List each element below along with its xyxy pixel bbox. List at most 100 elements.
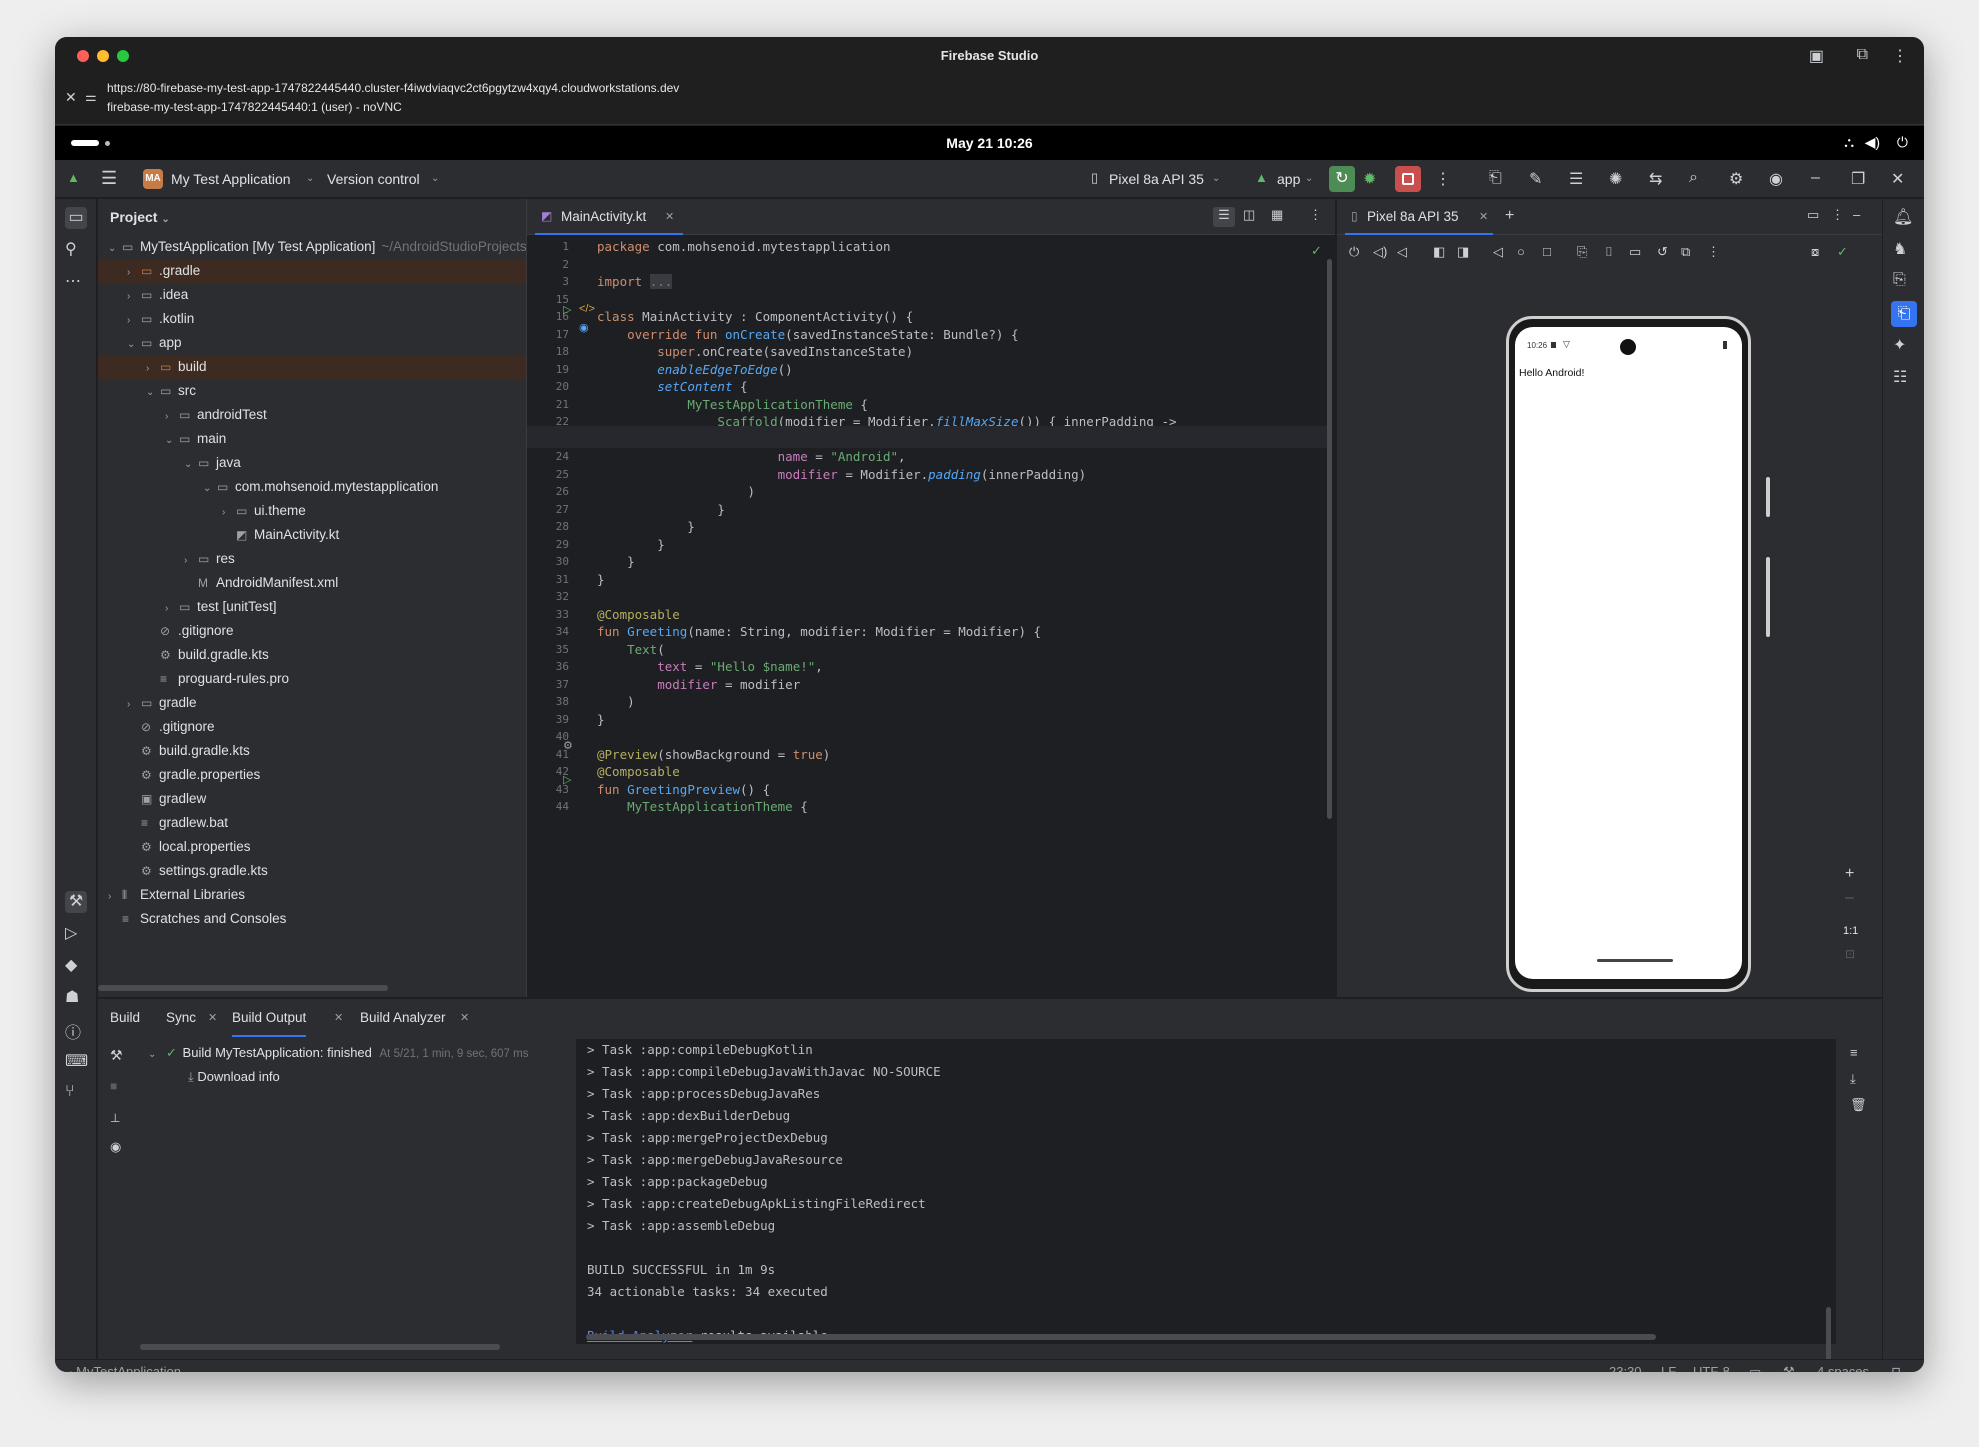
power-key[interactable] [1766,477,1770,517]
device-screen[interactable]: 10:26 ▽ Hello Android! [1515,327,1742,979]
pair-device-icon[interactable]: ⎘ [1577,244,1587,260]
clipboard-icon[interactable]: ▣ [1809,46,1824,66]
tree-item[interactable]: ⚙ gradle.properties [98,763,556,787]
tree-arrow-icon[interactable]: ⌄ [203,477,217,501]
version-control-menu[interactable]: Version control [327,160,420,198]
build-output-console[interactable]: > Task :app:compileDebugKotlin > Task :ap… [576,1039,1836,1372]
tree-arrow-icon[interactable]: ⌄ [146,381,160,405]
tree-item[interactable]: › ▭ res [98,547,556,571]
settings-icon[interactable]: ⚙ [1729,169,1743,189]
run-gutter-icon[interactable]: ▷ [563,303,571,316]
close-tab-icon[interactable]: ✕ [208,999,217,1037]
zoom-actual-button[interactable]: 1:1 [1843,925,1858,937]
search-icon[interactable]: ⌕ [1689,169,1698,187]
build-tree-child[interactable]: ⤓ Download info [188,1065,280,1089]
close-icon[interactable]: ✕ [65,89,77,106]
main-menu-icon[interactable]: ☰ [101,168,117,189]
gem-icon[interactable]: ◆ [65,955,77,975]
power-icon[interactable]: ⏻ [1349,244,1359,260]
tree-item[interactable]: › ▭ .kotlin [98,307,556,331]
more-controls-icon[interactable]: ⋮ [1707,244,1720,260]
tree-item[interactable]: › ▭ gradle [98,691,556,715]
breadcrumb[interactable]: ▫ MyTestApplication [69,1364,181,1372]
logcat-icon[interactable]: ☗ [65,987,79,1007]
code-line[interactable]: } [597,709,605,731]
activities-indicator[interactable] [71,140,99,146]
tree-item[interactable]: ⌄ ▭ main [98,427,556,451]
mirror-icon[interactable]: ⧉ [1681,244,1690,260]
editor-scrollbar[interactable] [1327,259,1332,819]
extension-icon[interactable]: ⧉ [1857,46,1868,64]
minimize-window-button[interactable] [97,50,109,62]
more-actions-icon[interactable]: ⋮ [1435,169,1451,189]
tree-item[interactable]: ⚙ settings.gradle.kts [98,859,556,883]
chevron-down-icon[interactable]: ⌄ [1212,160,1220,198]
project-folder-icon[interactable]: ▭ [65,207,87,229]
device-manager-icon[interactable]: ⎗ [1489,169,1502,187]
volume-down-icon[interactable]: ◁ [1397,244,1407,260]
tree-item[interactable]: ⌄ ▭ com.mohsenoid.mytestapplication [98,475,556,499]
debug-icon[interactable]: ✹ [1363,169,1376,189]
bug-icon[interactable]: ✺ [1609,169,1622,189]
fit-screen-icon[interactable]: ⊡ [1845,947,1855,961]
tree-arrow-icon[interactable]: › [165,405,179,429]
restore-icon[interactable]: ❐ [1851,169,1865,189]
tree-arrow-icon[interactable]: ⌄ [165,429,179,453]
tab-pixel-8a[interactable]: ▯ Pixel 8a API 35 ✕ [1345,199,1493,235]
device-selector[interactable]: Pixel 8a API 35 [1109,160,1204,198]
screenshot-icon[interactable]: ⌷ [1605,244,1613,260]
tree-item[interactable]: › ▭ test [unitTest] [98,595,556,619]
build-hammer-icon[interactable]: ⚒ [65,891,87,913]
hide-panel-icon[interactable]: – [1853,207,1860,222]
stop-build-icon[interactable]: ■ [110,1079,117,1093]
preview-settings-icon[interactable]: ⚙ [563,739,573,752]
close-window-button[interactable] [77,50,89,62]
trash-icon[interactable]: 🗑︎ [1850,1097,1867,1113]
tree-item[interactable]: ⊘ .gitignore [98,715,556,739]
zoom-in-icon[interactable]: + [1845,865,1854,883]
line-separator[interactable]: LF [1661,1364,1676,1372]
soft-wrap-icon[interactable]: ≡ [1850,1045,1858,1060]
tree-item[interactable]: › ▭ .idea [98,283,556,307]
tree-item[interactable]: ⚙ local.properties [98,835,556,859]
structure-icon[interactable]: ⚲ [65,239,77,259]
overview-icon[interactable]: □ [1543,244,1551,259]
tab-build-output[interactable]: Build Output [232,999,307,1037]
eye-icon[interactable]: ◉ [110,1139,121,1155]
tab-build[interactable]: Build [110,999,140,1037]
caret-position[interactable]: 23:30 [1609,1364,1642,1372]
window-options-icon[interactable]: ▭ [1807,207,1819,223]
gradle-icon[interactable]: ♞ [1893,239,1907,259]
gemini-icon[interactable]: ✦ [1893,335,1906,355]
tree-arrow-icon[interactable]: › [127,309,141,333]
build-tree-root[interactable]: ⌄ ✓ Build MyTestApplication: finished At… [148,1041,568,1065]
volume-up-icon[interactable]: ◁) [1373,244,1387,260]
tree-scrollbar[interactable] [140,1344,500,1350]
tree-arrow-icon[interactable]: ⌄ [184,453,198,477]
kebab-menu-icon[interactable]: ⋮ [1892,46,1908,66]
project-panel-header[interactable]: Project ⌄ [98,199,566,235]
close-tab-icon[interactable]: ✕ [665,199,674,235]
tree-item[interactable]: ⌄ ▭ MyTestApplication [My Test Application… [98,235,639,261]
tree-item[interactable]: ▣ gradlew [98,787,556,811]
design-view-icon[interactable]: ▦ [1271,207,1283,223]
split-view-icon[interactable]: ◫ [1243,207,1255,223]
record-icon[interactable]: ▭ [1629,244,1641,260]
tree-item[interactable]: ⊘ .gitignore [98,619,556,643]
lock-icon[interactable]: ⊓ [1891,1364,1901,1372]
tree-arrow-icon[interactable]: › [127,693,141,717]
tree-item[interactable]: ≡ Scratches and Consoles [98,907,556,931]
tree-arrow-icon[interactable]: ⌄ [108,237,122,261]
tree-item[interactable]: ≡ gradlew.bat [98,811,556,835]
tree-item[interactable]: › ⫴ External Libraries [98,883,556,907]
layout-inspector-icon[interactable]: ☰ [1569,169,1583,189]
close-tab-icon[interactable]: ✕ [334,999,343,1037]
terminal-icon[interactable]: ⌨ [65,1051,88,1071]
stop-button[interactable] [1395,166,1421,192]
horizontal-scrollbar[interactable] [98,985,388,991]
tree-item[interactable]: ⌄ ▭ src [98,379,556,403]
tree-arrow-icon[interactable]: › [165,597,179,621]
zoom-window-button[interactable] [117,50,129,62]
close-icon[interactable]: ✕ [1891,169,1904,189]
more-icon[interactable]: ⋮ [1831,207,1844,223]
